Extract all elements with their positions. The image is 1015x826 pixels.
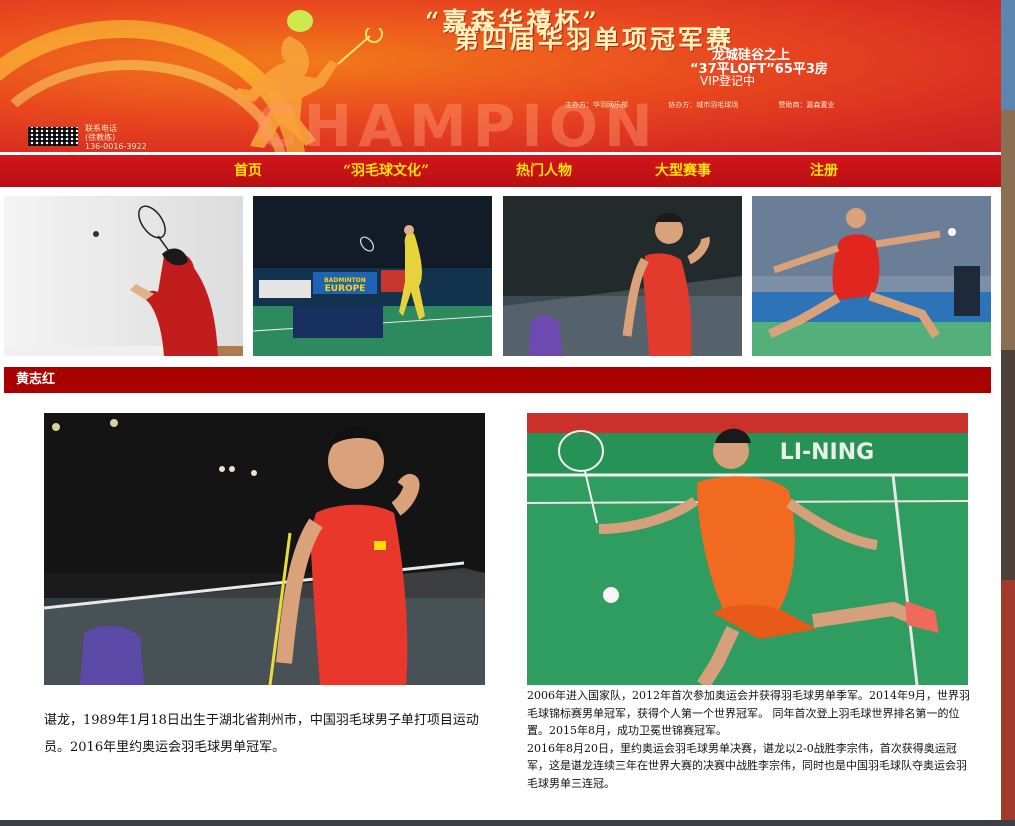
- gallery-thumb-player-smash[interactable]: [4, 196, 243, 356]
- banner-organizers: 主办方：华羽网乐部 协办方：城市羽毛球场 赞助商：嘉森置业: [565, 100, 872, 110]
- gallery-thumb-badminton-europe-match[interactable]: BADMINTON EUROPE: [253, 196, 492, 356]
- organizer-host: 主办方：华羽网乐部: [565, 101, 628, 109]
- nav-major-events[interactable]: 大型赛事: [655, 155, 711, 187]
- gallery-thumb-chen-long-celebration[interactable]: [503, 196, 742, 356]
- article-right-paragraph-1: 2006年进入国家队，2012年首次参加奥运会并获得羽毛球男单季军。2014年9…: [527, 689, 970, 737]
- nav-register[interactable]: 注册: [810, 155, 838, 187]
- banner-contact: 联系电话 (徐教练) 136-0016-3922: [85, 124, 147, 151]
- nav-badminton-culture[interactable]: “羽毛球文化”: [343, 155, 429, 187]
- nav-popular-people[interactable]: 热门人物: [516, 155, 572, 187]
- li-ning-logo: LI-NING: [780, 440, 874, 465]
- banner-title-line2: 第四届华羽单项冠军赛: [454, 25, 735, 54]
- svg-text:EUROPE: EUROPE: [325, 284, 366, 294]
- photo-li-xuerui-lunge: LI-NING: [527, 413, 968, 685]
- article-right-paragraph-2: 2016年8月20日，里约奥运会羽毛球男单决赛，谌龙以2-0战胜李宗伟，首次获得…: [527, 741, 967, 790]
- organizer-sponsor: 赞助商：嘉森置业: [778, 101, 835, 109]
- article-left-text: 谌龙，1989年1月18日出生于湖北省荆州市，中国羽毛球男子单打项目运动员。20…: [44, 713, 479, 755]
- photo-chen-long-celebration: [44, 413, 485, 685]
- main-nav: 首页 “羽毛球文化” 热门人物 大型赛事 注册: [0, 155, 1001, 187]
- header-banner: CHAMPION “嘉森华禧杯” 第四届华羽单项冠军赛 龙城硅谷之上 “37平L…: [0, 0, 1001, 152]
- gallery-thumb-player-lunge[interactable]: [752, 196, 991, 356]
- page-background-edge: [1001, 0, 1015, 826]
- nav-home[interactable]: 首页: [234, 155, 262, 187]
- banner-ad-line3: VIP登记中: [700, 74, 755, 88]
- section-header: 黄志红: [4, 367, 991, 393]
- article-right-text: 2006年进入国家队，2012年首次参加奥运会并获得羽毛球男单季军。2014年9…: [527, 687, 972, 792]
- page-bottom-border: [0, 820, 1015, 826]
- section-title: 黄志红: [16, 372, 56, 387]
- svg-text:BADMINTON: BADMINTON: [324, 277, 366, 284]
- qr-code: [28, 127, 78, 146]
- organizer-co-host: 协办方：城市羽毛球场: [668, 101, 739, 109]
